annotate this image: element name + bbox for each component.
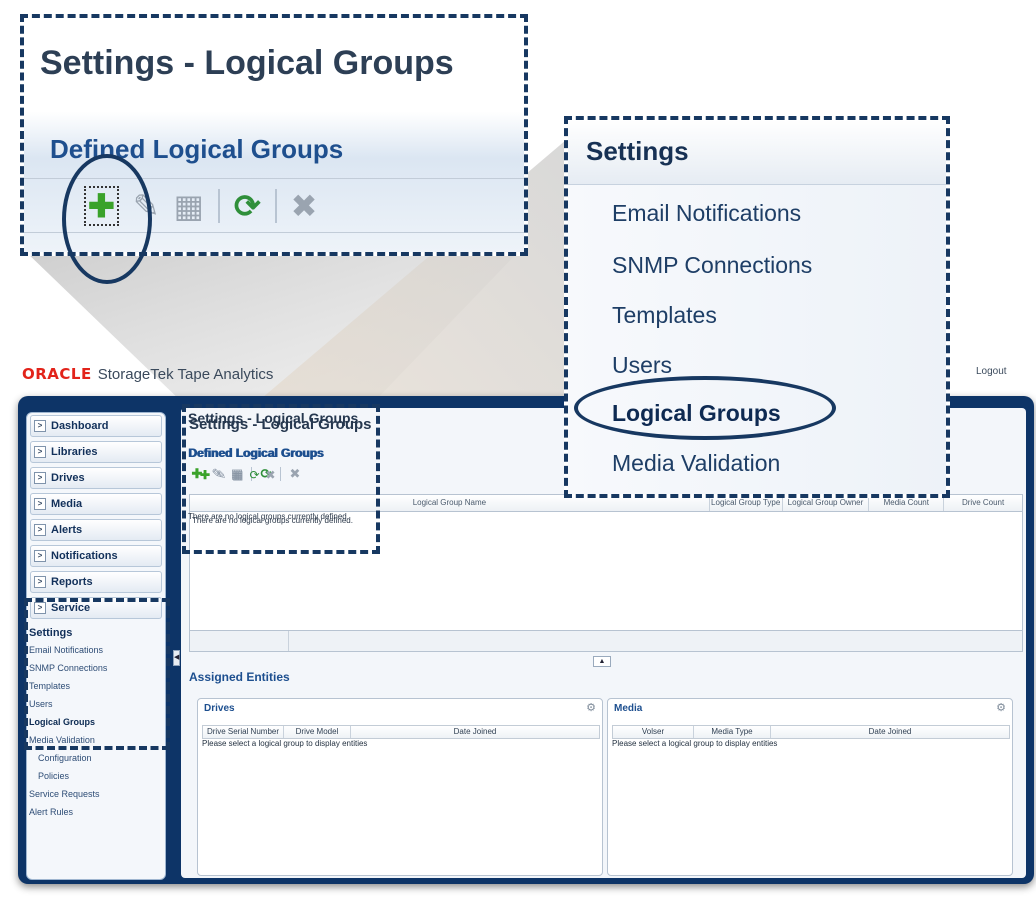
- assign-icon[interactable]: ▦: [232, 468, 243, 482]
- export-icon[interactable]: ⚙: [996, 701, 1006, 714]
- delete-icon[interactable]: ✖: [266, 468, 276, 482]
- chevron-right-icon: >: [34, 472, 46, 484]
- assigned-entities-title: Assigned Entities: [189, 670, 290, 684]
- refresh-icon[interactable]: ⟳: [249, 468, 259, 482]
- chevron-right-icon: >: [34, 446, 46, 458]
- sidebar-item-label: Libraries: [51, 446, 98, 458]
- highlight-ring-logical-groups: [574, 376, 836, 440]
- zoom-callout-settings: Settings Email Notifications SNMP Connec…: [564, 116, 950, 498]
- column-header[interactable]: Drive Model: [284, 726, 351, 738]
- logout-link[interactable]: Logout: [976, 366, 1007, 377]
- chevron-right-icon: >: [34, 576, 46, 588]
- sidebar-item-label: Alerts: [51, 524, 83, 536]
- zoom-title: Settings - Logical Groups: [40, 44, 454, 82]
- sidebar-item-label: Dashboard: [51, 420, 109, 432]
- sidebar-sub-configuration[interactable]: Configuration: [27, 749, 165, 767]
- column-header[interactable]: Media Type: [694, 726, 771, 738]
- assign-icon[interactable]: ▦: [174, 188, 204, 224]
- zoom-menu-snmp-connections[interactable]: SNMP Connections: [612, 252, 812, 279]
- splitter-handle[interactable]: ◀: [173, 650, 180, 666]
- collapse-icon[interactable]: ▲: [593, 656, 611, 667]
- chevron-right-icon: >: [34, 550, 46, 562]
- oracle-logo: ORACLE: [22, 365, 92, 383]
- toolbar-separator: [274, 189, 277, 223]
- zoom-settings-title: Settings: [586, 136, 689, 166]
- media-panel: Media ⚙ Volser Media Type Date Joined Pl…: [607, 698, 1013, 876]
- sidebar-item-media[interactable]: > Media: [30, 493, 162, 515]
- drives-panel: Drives ⚙ Drive Serial Number Drive Model…: [197, 698, 603, 876]
- drives-empty-message: Please select a logical group to display…: [202, 739, 368, 748]
- toolbar-separator: [217, 189, 220, 223]
- delete-icon[interactable]: ✖: [291, 188, 318, 224]
- sidebar-item-label: Drives: [51, 472, 85, 484]
- sidebar-sub-alert-rules[interactable]: Alert Rules: [27, 803, 165, 821]
- table-footer: [190, 630, 1022, 651]
- zoom-settings-header: Settings: [568, 120, 946, 185]
- zoom-menu-users[interactable]: Users: [612, 352, 672, 379]
- sidebar-item-label: Reports: [51, 576, 93, 588]
- product-name: StorageTek Tape Analytics: [97, 365, 274, 383]
- sidebar-item-drives[interactable]: > Drives: [30, 467, 162, 489]
- export-icon[interactable]: ⚙: [586, 701, 596, 714]
- sidebar-sub-service-requests[interactable]: Service Requests: [27, 785, 165, 803]
- sidebar-item-dashboard[interactable]: > Dashboard: [30, 415, 162, 437]
- highlight-ring-add: [62, 154, 152, 284]
- zoom-menu-email-notifications[interactable]: Email Notifications: [612, 200, 801, 227]
- column-header[interactable]: Volser: [613, 726, 694, 738]
- add-icon[interactable]: ✚: [200, 468, 210, 482]
- highlight-title: Settings - Logical Groups: [188, 410, 359, 426]
- sidebar-sub-policies[interactable]: Policies: [27, 767, 165, 785]
- chevron-right-icon: >: [34, 498, 46, 510]
- highlight-toolbar: ✚ ✎ ▦ ⟳ ✖: [200, 468, 276, 482]
- zoom-menu-templates[interactable]: Templates: [612, 302, 717, 329]
- sidebar-item-libraries[interactable]: > Libraries: [30, 441, 162, 463]
- sidebar-item-reports[interactable]: > Reports: [30, 571, 162, 593]
- highlight-subtitle: Defined Logical Groups: [188, 446, 324, 460]
- column-header[interactable]: Date Joined: [771, 726, 1009, 738]
- media-panel-title: Media: [614, 703, 643, 714]
- drives-panel-title: Drives: [204, 703, 235, 714]
- brand-row: ORACLE StorageTek Tape Analytics: [22, 360, 273, 388]
- refresh-icon[interactable]: ⟳: [234, 188, 261, 224]
- highlight-settings-menu: [24, 598, 170, 750]
- media-table-header: Volser Media Type Date Joined: [612, 725, 1010, 739]
- sidebar-item-notifications[interactable]: > Notifications: [30, 545, 162, 567]
- sidebar-item-alerts[interactable]: > Alerts: [30, 519, 162, 541]
- media-empty-message: Please select a logical group to display…: [612, 739, 778, 748]
- chevron-right-icon: >: [34, 524, 46, 536]
- sidebar-item-label: Notifications: [51, 550, 118, 562]
- column-header[interactable]: Date Joined: [351, 726, 599, 738]
- column-header[interactable]: Drive Count: [944, 495, 1022, 511]
- highlight-empty-message: There are no logical groups currently de…: [188, 512, 349, 521]
- drives-table-header: Drive Serial Number Drive Model Date Joi…: [202, 725, 600, 739]
- zoom-menu-media-validation[interactable]: Media Validation: [612, 450, 780, 477]
- sidebar-item-label: Media: [51, 498, 83, 510]
- chevron-right-icon: >: [34, 420, 46, 432]
- highlight-defined-groups: Settings - Logical Groups Defined Logica…: [182, 404, 380, 554]
- column-header[interactable]: Drive Serial Number: [203, 726, 284, 738]
- edit-icon[interactable]: ✎: [216, 468, 226, 482]
